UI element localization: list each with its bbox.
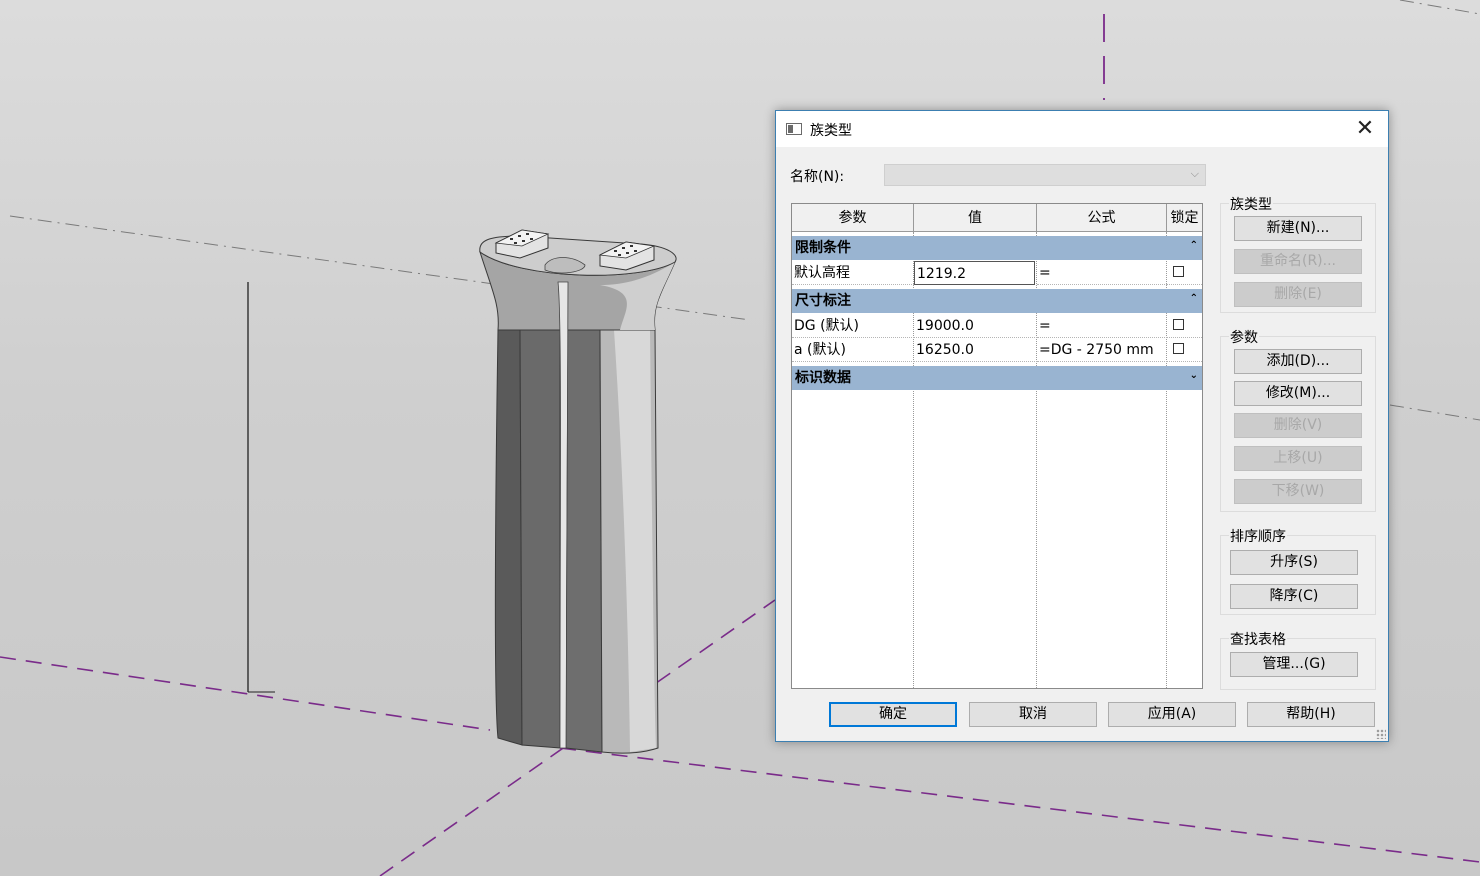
family-types-dialog: 族类型 ✕ 名称(N): ⌵ 参数 值 公式 锁定 限制条件 ⌃ 默认高程 12… [775,110,1389,742]
family-types-label: 族类型 [1229,194,1273,214]
up-chevron-icon[interactable]: ⌃ [1190,234,1198,258]
name-dropdown[interactable]: ⌵ [884,164,1206,186]
dialog-titlebar[interactable]: 族类型 ✕ [776,111,1388,147]
dialog-app-icon [786,123,802,135]
lock-checkbox[interactable] [1173,266,1184,277]
sort-descending-button[interactable]: 降序(C) [1230,584,1358,609]
formula-cell[interactable]: = [1037,314,1167,338]
column-header-value[interactable]: 值 [914,204,1037,232]
value-input[interactable]: 1219.2 [914,261,1035,285]
group-header-constraints[interactable]: 限制条件 ⌃ [792,236,1202,260]
chevron-down-icon: ⌵ [1190,167,1199,180]
lookup-tables-label: 查找表格 [1229,629,1287,649]
add-parameter-button[interactable]: 添加(D)... [1234,349,1362,374]
table-row: DG (默认) 19000.0 = [792,314,1202,338]
column-header-param[interactable]: 参数 [792,204,914,232]
new-type-button[interactable]: 新建(N)... [1234,216,1362,241]
table-row: a (默认) 16250.0 =DG - 2750 mm [792,338,1202,362]
help-button[interactable]: 帮助(H) [1247,702,1375,727]
reference-plane-line [559,747,1480,863]
value-cell[interactable]: 19000.0 [914,314,1037,338]
delete-parameter-button[interactable]: 删除(V) [1234,413,1362,438]
group-header-dimensions[interactable]: 尺寸标注 ⌃ [792,289,1202,313]
move-up-button[interactable]: 上移(U) [1234,446,1362,471]
lock-checkbox[interactable] [1173,343,1184,354]
down-chevron-icon[interactable]: ⌄ [1190,364,1198,388]
resize-grip-icon[interactable] [1376,729,1386,739]
apply-button[interactable]: 应用(A) [1108,702,1236,727]
column-header-lock[interactable]: 锁定 [1167,204,1202,232]
ok-button[interactable]: 确定 [829,702,957,727]
move-down-button[interactable]: 下移(W) [1234,479,1362,504]
table-row: 默认高程 1219.2 = [792,261,1202,285]
modify-parameter-button[interactable]: 修改(M)... [1234,381,1362,406]
dialog-title: 族类型 [810,123,852,139]
param-name-cell: a (默认) [792,338,914,362]
up-chevron-icon[interactable]: ⌃ [1190,287,1198,311]
group-title: 限制条件 [795,240,851,256]
bridge-pier-model [479,229,677,754]
lock-checkbox[interactable] [1173,319,1184,330]
lock-cell [1167,261,1202,285]
lock-cell [1167,314,1202,338]
lock-cell [1167,338,1202,362]
param-name-cell: 默认高程 [792,261,914,285]
rename-type-button[interactable]: 重命名(R)... [1234,249,1362,274]
parameters-table[interactable]: 参数 值 公式 锁定 限制条件 ⌃ 默认高程 1219.2 = 尺寸标注 ⌃ D… [791,203,1203,689]
value-cell[interactable]: 16250.0 [914,338,1037,362]
group-header-identity-data[interactable]: 标识数据 ⌄ [792,366,1202,390]
reference-line [1389,404,1480,421]
delete-type-button[interactable]: 删除(E) [1234,282,1362,307]
formula-cell[interactable]: =DG - 2750 mm [1037,338,1167,362]
parameters-label: 参数 [1229,327,1259,347]
name-label: 名称(N): [790,169,845,185]
group-title: 标识数据 [795,370,851,386]
close-icon[interactable]: ✕ [1342,111,1388,147]
reference-line [1399,0,1480,15]
manage-lookup-button[interactable]: 管理...(G) [1230,652,1358,677]
column-header-formula[interactable]: 公式 [1037,204,1167,232]
reference-plane-line [0,656,491,731]
param-name-cell: DG (默认) [792,314,914,338]
formula-cell[interactable]: = [1037,261,1167,285]
sort-order-label: 排序顺序 [1229,526,1287,546]
group-title: 尺寸标注 [795,293,851,309]
sort-ascending-button[interactable]: 升序(S) [1230,550,1358,575]
cancel-button[interactable]: 取消 [969,702,1097,727]
